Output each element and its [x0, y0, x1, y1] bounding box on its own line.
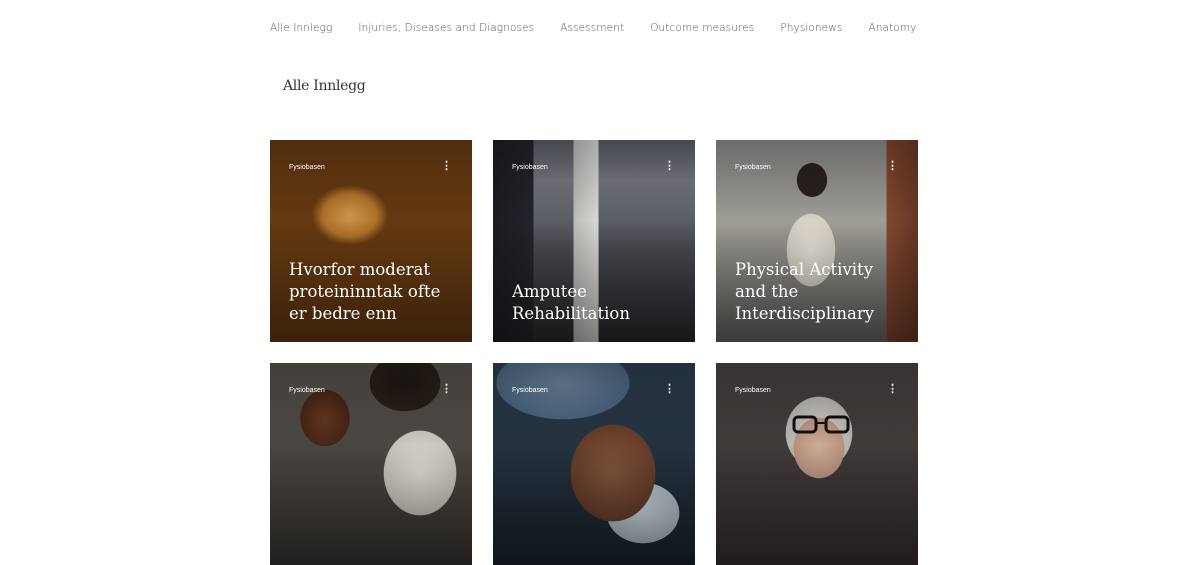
more-options-icon[interactable]: ⋮ [664, 161, 675, 172]
nav-item-injuries[interactable]: Injuries, Diseases and Diagnoses [358, 22, 534, 34]
post-author: Fysiobasen [289, 164, 325, 171]
post-title[interactable]: Amputee Rehabilitation [512, 281, 681, 325]
post-author: Fysiobasen [735, 164, 771, 171]
post-card[interactable]: Fysiobasen ⋮ Amputee Rehabilitation [493, 140, 695, 342]
post-title[interactable]: Hvorfor moderat proteininntak ofte er be… [289, 259, 458, 325]
category-nav: Alle Innlegg Injuries, Diseases and Diag… [270, 22, 942, 34]
more-options-icon[interactable]: ⋮ [887, 384, 898, 395]
nav-item-alle-innlegg[interactable]: Alle Innlegg [270, 22, 332, 34]
post-card[interactable]: Fysiobasen ⋮ [270, 363, 472, 565]
post-card[interactable]: Fysiobasen ⋮ [716, 363, 918, 565]
more-options-icon[interactable]: ⋮ [441, 161, 452, 172]
more-options-icon[interactable]: ⋮ [441, 384, 452, 395]
post-card[interactable]: Fysiobasen ⋮ [493, 363, 695, 565]
post-card[interactable]: Fysiobasen ⋮ Hvorfor moderat proteininnt… [270, 140, 472, 342]
more-options-icon[interactable]: ⋮ [887, 161, 898, 172]
section-title: Alle Innlegg [283, 78, 366, 94]
post-title[interactable]: Physical Activity and the Interdisciplin… [735, 259, 904, 325]
post-author: Fysiobasen [735, 387, 771, 394]
nav-item-outcome-measures[interactable]: Outcome measures [650, 22, 754, 34]
nav-item-assessment[interactable]: Assessment [560, 22, 624, 34]
post-card[interactable]: Fysiobasen ⋮ Physical Activity and the I… [716, 140, 918, 342]
more-options-icon[interactable]: ⋮ [664, 384, 675, 395]
post-grid: Fysiobasen ⋮ Hvorfor moderat proteininnt… [270, 140, 918, 565]
post-author: Fysiobasen [512, 387, 548, 394]
post-author: Fysiobasen [512, 164, 548, 171]
nav-item-physionews[interactable]: Physionews [780, 22, 842, 34]
post-author: Fysiobasen [289, 387, 325, 394]
nav-item-anatomy[interactable]: Anatomy [869, 22, 917, 34]
